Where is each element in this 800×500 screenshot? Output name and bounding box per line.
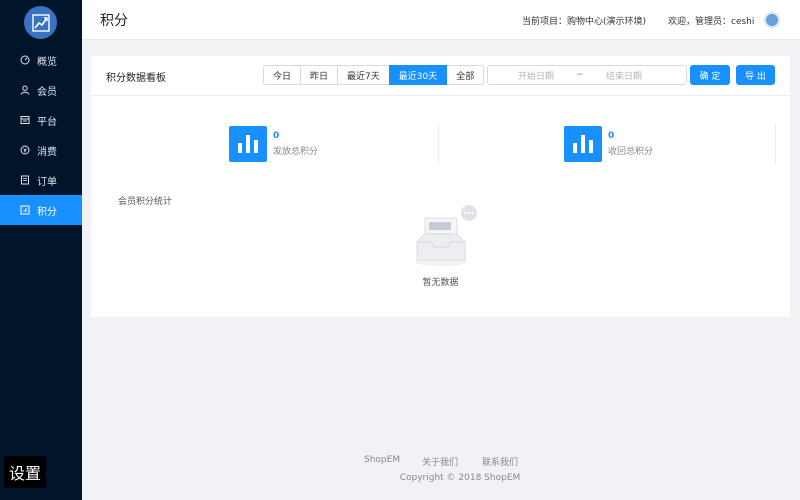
money-icon [20, 145, 30, 155]
sidebar-item-label: 订单 [37, 176, 57, 188]
sidebar-item-consumption[interactable]: 消费 [0, 135, 82, 165]
stats-row: 0 发放总积分 0 收回总积分 [91, 124, 790, 164]
order-icon [20, 175, 30, 185]
copyright-label: Copyright © 2018 ShopEM [399, 473, 521, 483]
range-7days-button[interactable]: 最近7天 [337, 65, 390, 85]
recovered-points-value: 0 [608, 131, 615, 141]
panel-header: 积分数据看板 今日 昨日 最近7天 最近30天 全部 开始日期 ~ 结束日期 确… [91, 56, 790, 96]
bar-chart-icon [229, 126, 267, 162]
avatar[interactable] [764, 12, 780, 28]
issued-points-stat: 0 发放总积分 [229, 124, 439, 164]
current-project: 当前项目：购物中心(演示环境) [522, 17, 647, 27]
recovered-points-stat: 0 收回总积分 [564, 124, 776, 164]
empty-inbox-icon [415, 205, 477, 266]
export-button[interactable]: 导 出 [736, 65, 775, 85]
empty-state-text: 暂无数据 [422, 278, 459, 288]
sidebar-item-label: 平台 [37, 116, 57, 128]
issued-points-label: 发放总积分 [273, 147, 319, 157]
sidebar-item-label: 消费 [37, 146, 57, 158]
sidebar-item-overview[interactable]: 概览 [0, 45, 82, 75]
panel-title: 积分数据看板 [106, 73, 166, 84]
trend-chart-icon [31, 13, 50, 32]
sidebar-nav: 概览 会员 平台 消费 订单 积分 [0, 45, 82, 225]
top-bar: 积分 当前项目：购物中心(演示环境) 欢迎，管理员：ceshi [82, 0, 800, 40]
copyright-text: Copyright © 2018 ShopEM [82, 473, 800, 483]
sidebar-item-members[interactable]: 会员 [0, 75, 82, 105]
sidebar-item-points[interactable]: 积分 [0, 195, 82, 225]
sidebar-item-label: 积分 [37, 206, 57, 218]
welcome-user: 欢迎，管理员：ceshi [668, 17, 755, 27]
recovered-points-label: 收回总积分 [608, 147, 654, 157]
user-icon [20, 85, 30, 95]
sidebar-item-platform[interactable]: 平台 [0, 105, 82, 135]
dashboard-icon [20, 55, 30, 65]
app-logo[interactable] [24, 6, 57, 39]
sidebar-item-label: 会员 [37, 86, 57, 98]
footer-link-about[interactable]: 关于我们 [422, 455, 458, 468]
confirm-button[interactable]: 确 定 [690, 65, 730, 85]
sidebar-item-orders[interactable]: 订单 [0, 165, 82, 195]
start-date-input[interactable]: 开始日期 [518, 69, 554, 82]
footer-link-contact[interactable]: 联系我们 [482, 455, 518, 468]
sidebar: 概览 会员 平台 消费 订单 积分 设置 [0, 0, 82, 500]
range-yesterday-button[interactable]: 昨日 [300, 65, 339, 85]
date-range-picker[interactable]: 开始日期 ~ 结束日期 [487, 65, 687, 85]
page-title: 积分 [100, 13, 128, 29]
end-date-input[interactable]: 结束日期 [606, 69, 642, 82]
range-30days-button[interactable]: 最近30天 [388, 65, 448, 85]
points-dashboard-panel: 积分数据看板 今日 昨日 最近7天 最近30天 全部 开始日期 ~ 结束日期 确… [91, 56, 790, 317]
footer-link-shopem[interactable]: ShopEM [364, 455, 400, 465]
platform-icon [20, 115, 30, 125]
date-range-tabs: 今日 昨日 最近7天 最近30天 全部 [263, 65, 485, 85]
settings-button[interactable]: 设置 [4, 456, 47, 488]
points-icon [20, 205, 30, 215]
range-today-button[interactable]: 今日 [263, 65, 302, 85]
issued-points-value: 0 [273, 131, 280, 141]
footer-links: ShopEM 关于我们 联系我们 [82, 455, 800, 468]
member-points-section-title: 会员积分统计 [118, 197, 173, 207]
sidebar-item-label: 概览 [37, 56, 57, 68]
range-all-button[interactable]: 全部 [446, 65, 485, 85]
bar-chart-icon [564, 126, 602, 162]
date-separator: ~ [576, 70, 584, 80]
